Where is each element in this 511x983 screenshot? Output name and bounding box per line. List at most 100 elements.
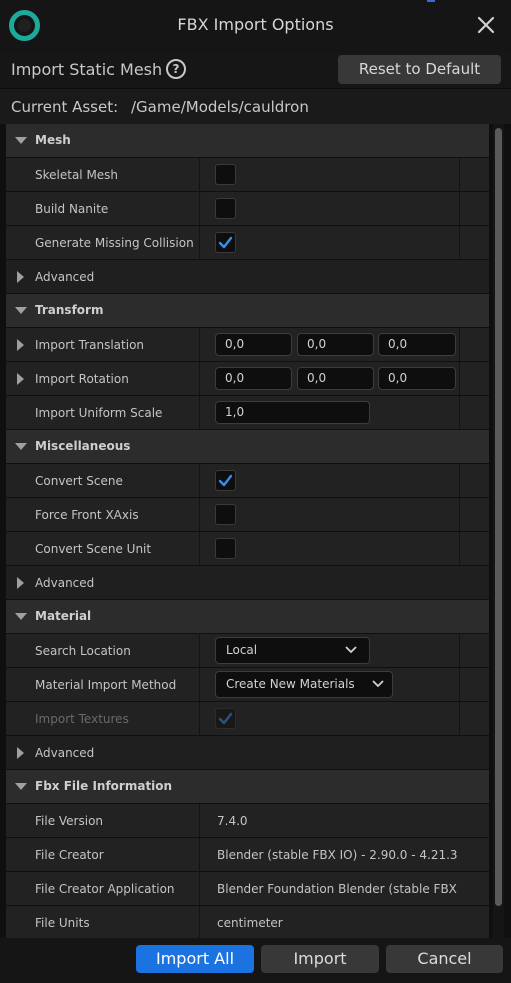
translation-y-field[interactable]: 0,0: [297, 333, 374, 356]
panel-scrollbar[interactable]: [493, 124, 504, 938]
rotation-z-field[interactable]: 0,0: [378, 367, 456, 390]
prop-file-creator-application: File Creator Application Blender Foundat…: [6, 872, 489, 906]
section-transform[interactable]: Transform: [6, 294, 489, 328]
prop-label: File Creator: [35, 848, 104, 862]
prop-force-front-xaxis: Force Front XAxis: [6, 498, 489, 532]
prop-import-rotation: Import Rotation 0,0 0,0 0,0: [6, 362, 489, 396]
generate-collision-checkbox[interactable]: [215, 232, 236, 253]
expand-arrow-icon: [15, 613, 27, 620]
prop-generate-missing-collision: Generate Missing Collision: [6, 226, 489, 260]
collapse-arrow-icon: [17, 577, 24, 589]
expand-arrow-icon: [15, 783, 27, 790]
scrollbar-thumb[interactable]: [495, 128, 502, 906]
title-bar: FBX Import Options: [0, 0, 511, 52]
prop-label: Search Location: [35, 644, 131, 658]
window-title: FBX Import Options: [177, 15, 334, 34]
prop-label: Convert Scene Unit: [35, 542, 152, 556]
dropdown-value: Local: [226, 643, 258, 657]
expand-arrow-icon: [15, 307, 27, 314]
prop-label: Material Import Method: [35, 678, 177, 692]
dialog-footer: Import All Import Cancel: [0, 938, 511, 983]
misc-advanced-group[interactable]: Advanced: [6, 566, 489, 600]
import-all-button[interactable]: Import All: [136, 945, 254, 973]
current-asset-bar: Current Asset: /Game/Models/cauldron: [0, 88, 511, 124]
import-type-label: Import Static Mesh: [11, 60, 163, 79]
prop-material-import-method: Material Import Method Create New Materi…: [6, 668, 489, 702]
section-material[interactable]: Material: [6, 600, 489, 634]
collapse-arrow-icon: [17, 747, 24, 759]
expand-arrow-icon: [15, 443, 27, 450]
section-miscellaneous[interactable]: Miscellaneous: [6, 430, 489, 464]
material-import-method-dropdown[interactable]: Create New Materials: [215, 671, 393, 698]
import-button[interactable]: Import: [261, 945, 379, 973]
options-panel: Mesh Skeletal Mesh Build Nanite Generate…: [6, 124, 489, 938]
prop-label: Convert Scene: [35, 474, 123, 488]
checkmark-icon: [218, 474, 233, 487]
chevron-down-icon: [345, 646, 357, 654]
reset-to-default-button[interactable]: Reset to Default: [338, 55, 501, 84]
prop-convert-scene: Convert Scene: [6, 464, 489, 498]
file-version-value: 7.4.0: [217, 814, 248, 828]
convert-scene-unit-checkbox[interactable]: [215, 538, 236, 559]
section-title: Fbx File Information: [35, 779, 173, 793]
section-title: Mesh: [35, 133, 71, 147]
collapse-arrow-icon: [17, 271, 24, 283]
prop-convert-scene-unit: Convert Scene Unit: [6, 532, 489, 566]
section-fbx-file-information[interactable]: Fbx File Information: [6, 770, 489, 804]
close-icon[interactable]: [473, 12, 499, 38]
search-location-dropdown[interactable]: Local: [215, 637, 370, 664]
translation-z-field[interactable]: 0,0: [378, 333, 456, 356]
prop-label: Import Translation: [35, 338, 145, 352]
chevron-down-icon: [372, 680, 384, 688]
section-title: Miscellaneous: [35, 439, 131, 453]
checkmark-icon: [218, 712, 233, 725]
translation-x-field[interactable]: 0,0: [215, 333, 292, 356]
cancel-button[interactable]: Cancel: [386, 945, 503, 973]
current-asset-label: Current Asset:: [11, 98, 119, 116]
section-mesh[interactable]: Mesh: [6, 124, 489, 158]
top-accent: [427, 0, 435, 2]
expand-arrow-icon: [15, 137, 27, 144]
prop-import-uniform-scale: Import Uniform Scale 1,0: [6, 396, 489, 430]
toolbar: Import Static Mesh ? Reset to Default: [0, 52, 511, 88]
checkmark-icon: [218, 236, 233, 249]
prop-label: File Creator Application: [35, 882, 175, 896]
prop-label: Build Nanite: [35, 202, 109, 216]
force-front-xaxis-checkbox[interactable]: [215, 504, 236, 525]
mesh-advanced-group[interactable]: Advanced: [6, 260, 489, 294]
uniform-scale-field[interactable]: 1,0: [215, 401, 370, 424]
prop-label: Import Rotation: [35, 372, 129, 386]
creator-application-value: Blender Foundation Blender (stable FBX I…: [217, 882, 459, 896]
file-units-value: centimeter: [217, 916, 283, 930]
collapse-arrow-icon[interactable]: [17, 339, 24, 351]
prop-file-units: File Units centimeter: [6, 906, 489, 938]
import-textures-checkbox: [215, 708, 236, 729]
section-title: Transform: [35, 303, 104, 317]
prop-label: File Units: [35, 916, 90, 930]
prop-label: Skeletal Mesh: [35, 168, 119, 182]
prop-import-translation: Import Translation 0,0 0,0 0,0: [6, 328, 489, 362]
prop-import-textures: Import Textures: [6, 702, 489, 736]
material-advanced-group[interactable]: Advanced: [6, 736, 489, 770]
convert-scene-checkbox[interactable]: [215, 470, 236, 491]
prop-file-creator: File Creator Blender (stable FBX IO) - 2…: [6, 838, 489, 872]
skeletal-mesh-checkbox[interactable]: [215, 164, 236, 185]
prop-label: Generate Missing Collision: [35, 236, 194, 250]
dropdown-value: Create New Materials: [226, 677, 355, 691]
prop-file-version: File Version 7.4.0: [6, 804, 489, 838]
prop-search-location: Search Location Local: [6, 634, 489, 668]
rotation-x-field[interactable]: 0,0: [215, 367, 292, 390]
collapse-arrow-icon[interactable]: [17, 373, 24, 385]
prop-label: Import Uniform Scale: [35, 406, 163, 420]
advanced-label: Advanced: [35, 746, 95, 760]
advanced-label: Advanced: [35, 576, 95, 590]
help-icon[interactable]: ?: [166, 59, 186, 79]
prop-label: Force Front XAxis: [35, 508, 139, 522]
prop-skeletal-mesh: Skeletal Mesh: [6, 158, 489, 192]
file-creator-value: Blender (stable FBX IO) - 2.90.0 - 4.21.…: [217, 848, 457, 862]
current-asset-path: /Game/Models/cauldron: [131, 98, 309, 116]
rotation-y-field[interactable]: 0,0: [297, 367, 374, 390]
build-nanite-checkbox[interactable]: [215, 198, 236, 219]
prop-label: Import Textures: [35, 712, 129, 726]
prop-label: File Version: [35, 814, 104, 828]
